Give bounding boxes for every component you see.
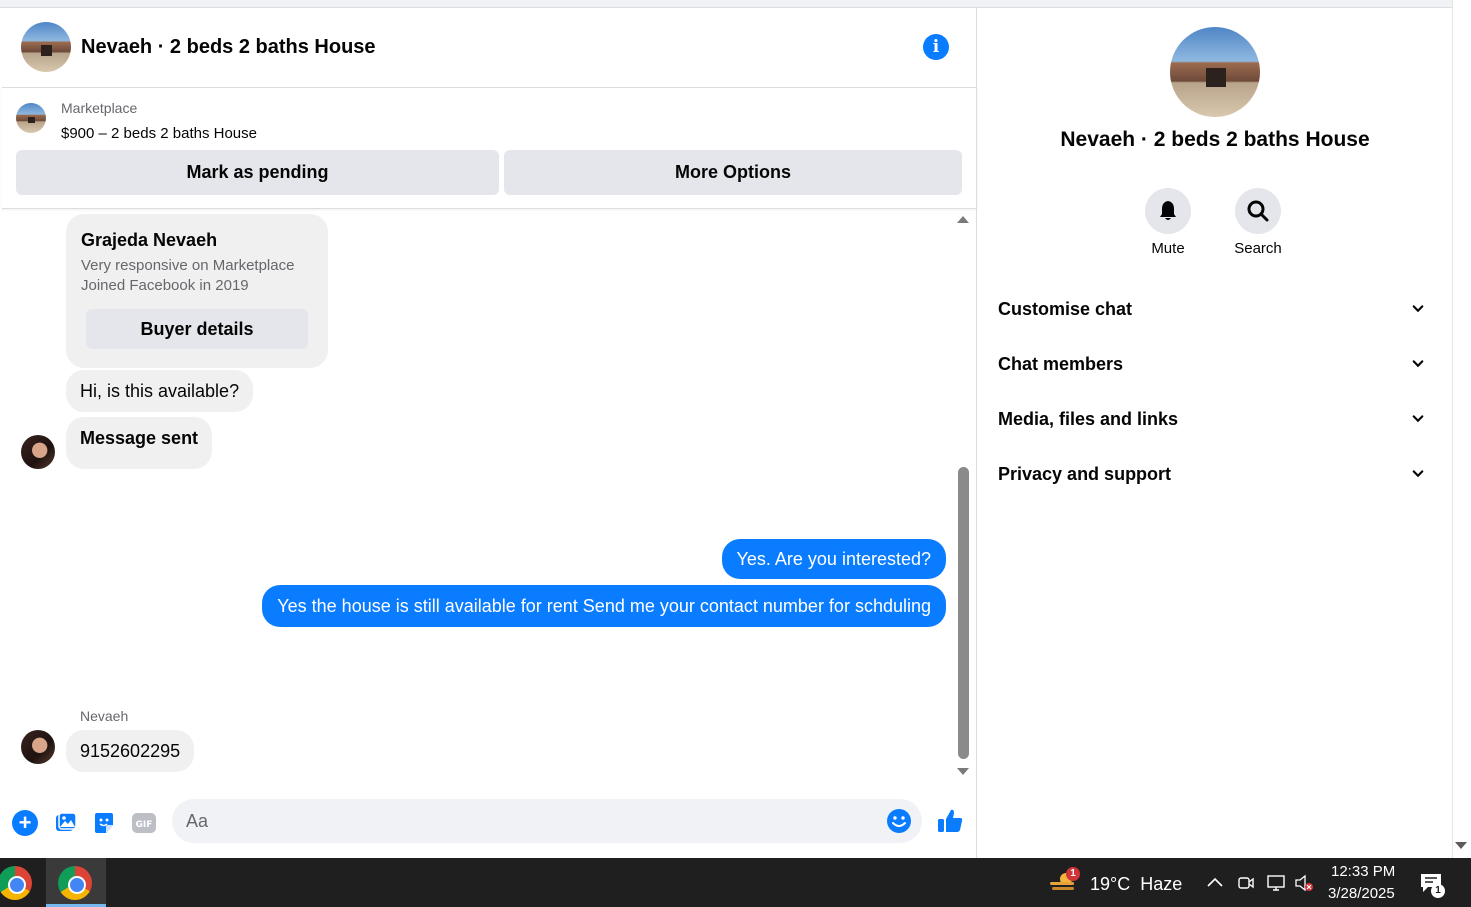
volume-muted-icon[interactable] (1294, 874, 1314, 892)
buyer-avatar[interactable] (21, 435, 55, 469)
section-label: Chat members (998, 353, 1124, 374)
conversation-title: Nevaeh · 2 beds 2 baths House (1060, 128, 1370, 151)
chat-members-section[interactable]: Chat members (998, 342, 1438, 386)
page-scrollbar[interactable] (1452, 0, 1471, 858)
buyer-details-button[interactable]: Buyer details (86, 309, 308, 349)
buyer-joined-note: Joined Facebook in 2019 (81, 277, 249, 294)
clock-date[interactable]: 3/28/2025 (1328, 885, 1395, 902)
media-files-links-section[interactable]: Media, files and links (998, 397, 1438, 441)
search-label: Search (1234, 240, 1282, 257)
more-options-button[interactable]: More Options (504, 150, 962, 195)
window-top-edge (0, 0, 1452, 8)
mark-as-pending-button[interactable]: Mark as pending (16, 150, 499, 195)
search-icon[interactable] (1235, 188, 1281, 234)
message-bubble-outgoing[interactable]: Yes the house is still available for ren… (262, 585, 946, 627)
windows-taskbar: 1 19°C Haze 12:33 PM 3/28/2025 1 (0, 858, 1471, 907)
privacy-support-section[interactable]: Privacy and support (998, 452, 1438, 496)
section-label: Privacy and support (998, 463, 1172, 484)
sticker-icon[interactable] (91, 810, 117, 836)
message-bubble-incoming[interactable]: 9152602295 (66, 730, 195, 772)
chevron-down-icon (1412, 468, 1424, 480)
listing-title[interactable]: $900 – 2 beds 2 baths House (61, 125, 257, 142)
chrome-icon[interactable] (58, 866, 92, 900)
message-bubble-outgoing[interactable]: Yes. Are you interested? (721, 539, 946, 579)
marketplace-banner: Marketplace $900 – 2 beds 2 baths House … (2, 88, 977, 209)
plus-icon[interactable]: + (12, 810, 38, 836)
scroll-up-arrow-icon[interactable] (957, 216, 969, 223)
network-icon[interactable] (1266, 874, 1286, 892)
chevron-down-icon (1412, 413, 1424, 425)
search-action[interactable]: Search (1228, 188, 1288, 257)
message-input[interactable] (172, 799, 922, 843)
thumbs-up-icon[interactable] (935, 806, 965, 836)
info-icon[interactable]: i (923, 34, 949, 60)
svg-text:GIF: GIF (136, 820, 153, 830)
notification-badge: 1 (1431, 884, 1445, 898)
message-bubble-incoming[interactable]: Hi, is this available? (66, 370, 254, 412)
scroll-down-arrow-icon[interactable] (957, 768, 969, 775)
bell-icon[interactable] (1145, 188, 1191, 234)
buyer-avatar[interactable] (21, 730, 55, 764)
chevron-down-icon (1412, 358, 1424, 370)
sender-name: Nevaeh (80, 708, 129, 724)
section-label: Media, files and links (998, 408, 1179, 429)
marketplace-label: Marketplace (61, 100, 138, 116)
chrome-profile-icon[interactable] (0, 866, 32, 900)
weather-text[interactable]: 19°C Haze (1090, 874, 1182, 895)
weather-badge: 1 (1066, 867, 1080, 881)
buyer-responsive-note: Very responsive on Marketplace (81, 257, 295, 274)
clock-time[interactable]: 12:33 PM (1331, 863, 1395, 880)
message-list: Grajeda Nevaeh Very responsive on Market… (2, 210, 977, 785)
buyer-name: Grajeda Nevaeh (81, 230, 218, 250)
chat-pane: Nevaeh · 2 beds 2 baths House i Marketpl… (2, 8, 977, 858)
mute-label: Mute (1151, 240, 1185, 257)
section-label: Customise chat (998, 298, 1133, 319)
chevron-down-icon (1412, 303, 1424, 315)
conversation-avatar[interactable] (1170, 27, 1260, 117)
listing-avatar[interactable] (21, 22, 71, 72)
photo-icon[interactable] (53, 810, 79, 836)
chevron-up-icon[interactable] (1206, 874, 1226, 892)
listing-thumbnail[interactable] (16, 103, 46, 133)
message-bubble-incoming[interactable]: Message sent (66, 417, 213, 469)
conversation-details-pane: Nevaeh · 2 beds 2 baths House Mute Searc… (978, 8, 1452, 858)
buyer-info-card: Grajeda Nevaeh Very responsive on Market… (66, 214, 328, 368)
message-composer: + GIF (2, 798, 977, 848)
meet-camera-icon[interactable] (1237, 874, 1257, 892)
gif-icon[interactable]: GIF (131, 810, 157, 836)
customise-chat-section[interactable]: Customise chat (998, 287, 1438, 331)
chat-title[interactable]: Nevaeh · 2 beds 2 baths House (81, 36, 376, 59)
scrollbar-thumb[interactable] (958, 467, 969, 759)
chat-header: Nevaeh · 2 beds 2 baths House i (2, 8, 977, 88)
page-scroll-down-icon[interactable] (1455, 842, 1467, 849)
mute-action[interactable]: Mute (1138, 188, 1198, 257)
emoji-icon[interactable] (886, 808, 912, 834)
